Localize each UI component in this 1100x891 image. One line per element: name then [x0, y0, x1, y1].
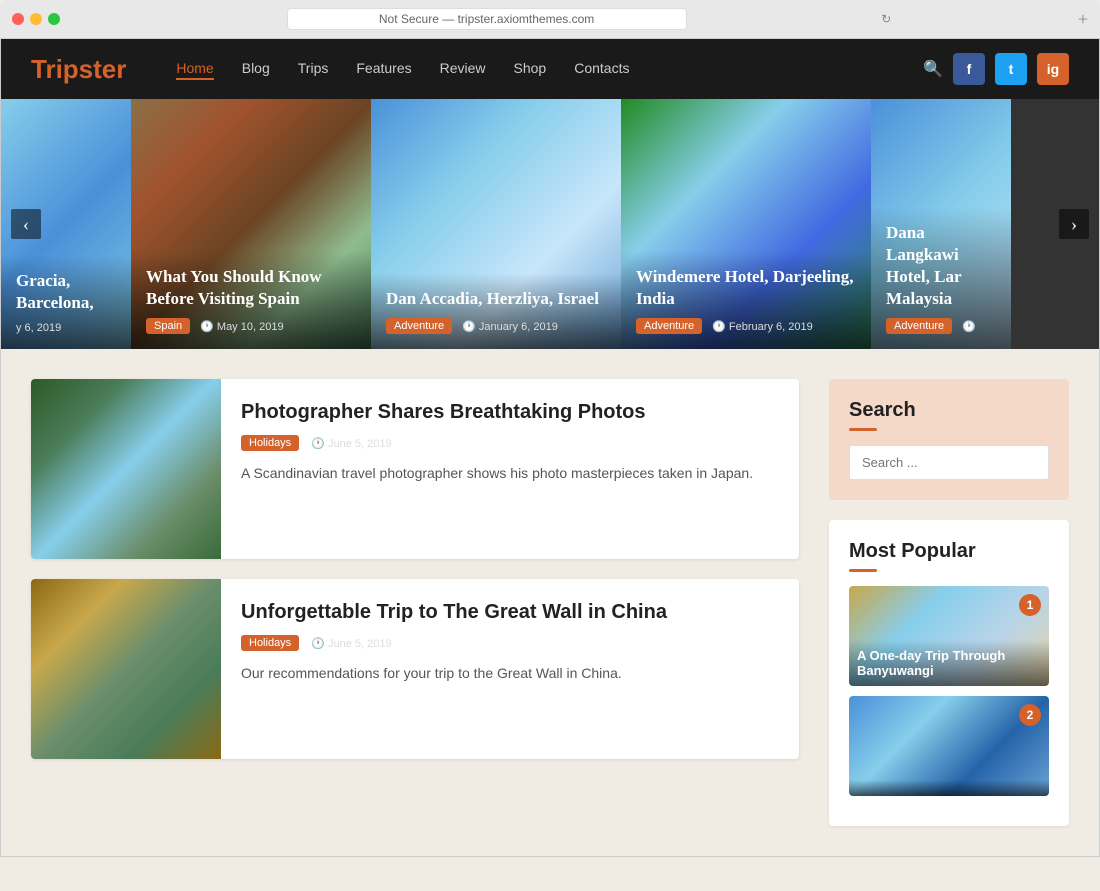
- nav-item-contacts[interactable]: Contacts: [574, 60, 629, 78]
- instagram-button[interactable]: ig: [1037, 53, 1069, 85]
- article-1-photo: [31, 379, 221, 559]
- slide-1-title: Gracia, Barcelona,: [16, 270, 116, 314]
- slide-2-meta: Spain 🕐 May 10, 2019: [146, 318, 356, 334]
- slide-2: What You Should Know Before Visiting Spa…: [131, 99, 371, 349]
- sidebar-search-box: Search 🔍: [829, 379, 1069, 500]
- nav-link-shop[interactable]: Shop: [514, 60, 547, 76]
- nav-link-blog[interactable]: Blog: [242, 60, 270, 76]
- twitter-button[interactable]: t: [995, 53, 1027, 85]
- slide-3-date: 🕐 January 6, 2019: [462, 320, 558, 333]
- slide-4-title: Windemere Hotel, Darjeeling, India: [636, 266, 856, 310]
- article-2-badge[interactable]: Holidays: [241, 635, 299, 651]
- nav-right: 🔍 f t ig: [923, 53, 1069, 85]
- nav-item-blog[interactable]: Blog: [242, 60, 270, 78]
- search-input-wrap: 🔍: [849, 445, 1049, 480]
- popular-item-2-number: 2: [1019, 704, 1041, 726]
- article-card-1: Photographer Shares Breathtaking Photos …: [31, 379, 799, 559]
- popular-item-1-caption: A One-day Trip Through Banyuwangi: [849, 640, 1049, 686]
- search-title-underline: [849, 428, 877, 431]
- slider-next-button[interactable]: ›: [1059, 209, 1089, 239]
- slider-prev-button[interactable]: ‹: [11, 209, 41, 239]
- article-1-body: Photographer Shares Breathtaking Photos …: [221, 379, 799, 559]
- articles-column: Photographer Shares Breathtaking Photos …: [31, 379, 799, 826]
- slide-5: Dana Langkawi Hotel, Lar Malaysia Advent…: [871, 99, 1011, 349]
- traffic-light-red[interactable]: [12, 13, 24, 25]
- slide-3-overlay: Dan Accadia, Herzliya, Israel Adventure …: [371, 273, 621, 349]
- nav-link-contacts[interactable]: Contacts: [574, 60, 629, 76]
- slide-1-overlay: Gracia, Barcelona, y 6, 2019: [1, 255, 131, 349]
- slide-4-date: 🕐 February 6, 2019: [712, 320, 813, 333]
- slide-4-badge[interactable]: Adventure: [636, 318, 702, 334]
- article-2-title[interactable]: Unforgettable Trip to The Great Wall in …: [241, 599, 779, 625]
- slide-2-overlay: What You Should Know Before Visiting Spa…: [131, 251, 371, 349]
- slide-5-overlay: Dana Langkawi Hotel, Lar Malaysia Advent…: [871, 207, 1011, 349]
- popular-item-2[interactable]: 2: [849, 696, 1049, 796]
- search-input[interactable]: [850, 446, 1049, 479]
- article-2-meta: Holidays 🕐 June 5, 2019: [241, 635, 779, 651]
- nav-item-review[interactable]: Review: [440, 60, 486, 78]
- article-1-meta: Holidays 🕐 June 5, 2019: [241, 435, 779, 451]
- search-title: Search: [849, 399, 1049, 422]
- new-tab-button[interactable]: +: [1078, 9, 1088, 30]
- slide-2-date: 🕐 May 10, 2019: [200, 320, 283, 333]
- slide-5-meta: Adventure 🕐: [886, 318, 996, 334]
- slide-4-meta: Adventure 🕐 February 6, 2019: [636, 318, 856, 334]
- article-1-title[interactable]: Photographer Shares Breathtaking Photos: [241, 399, 779, 425]
- slide-3-meta: Adventure 🕐 January 6, 2019: [386, 318, 606, 334]
- slide-2-badge[interactable]: Spain: [146, 318, 190, 334]
- slide-3: Dan Accadia, Herzliya, Israel Adventure …: [371, 99, 621, 349]
- slide-1-meta: y 6, 2019: [16, 322, 116, 334]
- article-2-image: [31, 579, 221, 759]
- most-popular-title: Most Popular: [849, 540, 1049, 563]
- slide-1-date: y 6, 2019: [16, 322, 61, 334]
- address-bar[interactable]: Not Secure — tripster.axiomthemes.com: [287, 8, 687, 30]
- article-1-date: 🕐 June 5, 2019: [311, 437, 391, 450]
- search-icon[interactable]: 🔍: [923, 59, 943, 79]
- hero-slider: ‹ Gracia, Barcelona, y 6, 2019 What You …: [1, 99, 1099, 349]
- traffic-light-yellow[interactable]: [30, 13, 42, 25]
- most-popular-underline: [849, 569, 877, 572]
- nav-item-trips[interactable]: Trips: [298, 60, 329, 78]
- nav-link-features[interactable]: Features: [356, 60, 411, 76]
- main-content: Photographer Shares Breathtaking Photos …: [1, 349, 1099, 856]
- nav-link-home[interactable]: Home: [176, 60, 213, 80]
- article-2-date: 🕐 June 5, 2019: [311, 637, 391, 650]
- article-2-excerpt: Our recommendations for your trip to the…: [241, 663, 779, 684]
- slide-3-badge[interactable]: Adventure: [386, 318, 452, 334]
- nav-item-features[interactable]: Features: [356, 60, 411, 78]
- article-2-photo: [31, 579, 221, 759]
- traffic-light-green[interactable]: [48, 13, 60, 25]
- popular-item-2-caption: [849, 780, 1049, 796]
- slide-3-title: Dan Accadia, Herzliya, Israel: [386, 288, 606, 310]
- nav-item-home[interactable]: Home: [176, 60, 213, 78]
- slide-4-overlay: Windemere Hotel, Darjeeling, India Adven…: [621, 251, 871, 349]
- popular-item-1-number: 1: [1019, 594, 1041, 616]
- navbar: Tripster Home Blog Trips Features Review…: [1, 39, 1099, 99]
- nav-link-trips[interactable]: Trips: [298, 60, 329, 76]
- traffic-lights: [12, 13, 60, 25]
- slide-2-title: What You Should Know Before Visiting Spa…: [146, 266, 356, 310]
- article-card-2: Unforgettable Trip to The Great Wall in …: [31, 579, 799, 759]
- logo[interactable]: Tripster: [31, 54, 126, 85]
- facebook-button[interactable]: f: [953, 53, 985, 85]
- slide-4: Windemere Hotel, Darjeeling, India Adven…: [621, 99, 871, 349]
- site-wrapper: Tripster Home Blog Trips Features Review…: [0, 39, 1100, 857]
- reload-icon[interactable]: ↻: [881, 12, 891, 27]
- slide-5-badge[interactable]: Adventure: [886, 318, 952, 334]
- nav-links: Home Blog Trips Features Review Shop Con…: [176, 60, 923, 78]
- logo-text-1: Trip: [31, 54, 79, 84]
- most-popular-box: Most Popular 1 A One-day Trip Through Ba…: [829, 520, 1069, 826]
- article-1-excerpt: A Scandinavian travel photographer shows…: [241, 463, 779, 484]
- article-2-body: Unforgettable Trip to The Great Wall in …: [221, 579, 799, 759]
- sidebar: Search 🔍 Most Popular 1 A One-day Trip T…: [829, 379, 1069, 826]
- slide-5-title: Dana Langkawi Hotel, Lar Malaysia: [886, 222, 996, 310]
- nav-item-shop[interactable]: Shop: [514, 60, 547, 78]
- slide-5-date: 🕐: [962, 320, 976, 333]
- article-1-image: [31, 379, 221, 559]
- browser-chrome: Not Secure — tripster.axiomthemes.com ↻ …: [0, 0, 1100, 39]
- article-1-badge[interactable]: Holidays: [241, 435, 299, 451]
- nav-link-review[interactable]: Review: [440, 60, 486, 76]
- logo-text-accent: ster: [79, 54, 127, 84]
- popular-item-1[interactable]: 1 A One-day Trip Through Banyuwangi: [849, 586, 1049, 686]
